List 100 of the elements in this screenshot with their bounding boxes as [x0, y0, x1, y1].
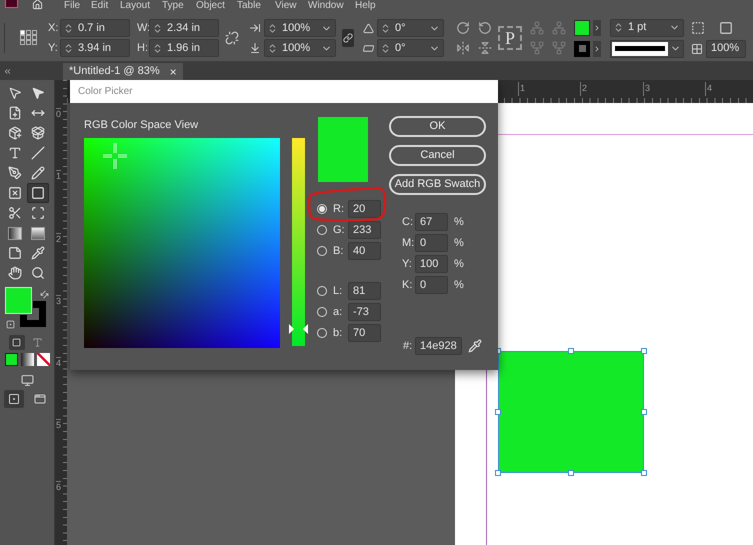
input-field[interactable]: 0 — [415, 234, 448, 252]
input-field[interactable]: 1.96 in — [149, 39, 219, 57]
input-field[interactable]: 67 — [415, 213, 448, 231]
close-button[interactable]: × — [170, 62, 177, 80]
ruler-number: 1 — [518, 82, 526, 96]
menu-item[interactable]: Type — [162, 0, 184, 12]
home-icon[interactable] — [32, 0, 43, 10]
spinner-icon[interactable] — [613, 22, 624, 33]
apply-color-button[interactable] — [4, 353, 18, 366]
menu-item[interactable]: Edit — [91, 0, 108, 12]
reference-point-icon[interactable] — [20, 30, 38, 46]
radio-button[interactable] — [317, 328, 327, 338]
ruler-number: 5 — [56, 419, 62, 430]
input-field[interactable]: 233 — [348, 221, 381, 239]
input-field[interactable]: 0° — [377, 19, 444, 37]
stroke-style-field[interactable] — [610, 40, 684, 58]
flip-horizontal-icon[interactable] — [456, 41, 470, 55]
field-label: Y: — [48, 40, 59, 56]
selection-handle[interactable] — [568, 348, 574, 354]
menu-item[interactable]: View — [275, 0, 296, 12]
fill-swatch[interactable] — [574, 20, 590, 36]
apply-gradient-button[interactable] — [20, 353, 34, 366]
input-field[interactable]: 1 pt — [610, 18, 684, 36]
channel-label: K: — [402, 278, 414, 293]
color-field[interactable] — [84, 138, 280, 348]
link-button[interactable] — [342, 29, 354, 47]
eyedropper-icon — [31, 246, 45, 260]
input-field[interactable]: -73 — [348, 303, 381, 321]
unlink-icon[interactable] — [225, 31, 239, 45]
grid-icon[interactable] — [691, 42, 703, 54]
input-field[interactable]: 20 — [348, 200, 381, 218]
flip-vertical-icon[interactable] — [478, 41, 492, 55]
view-mode-button[interactable] — [4, 390, 24, 408]
tool-button[interactable] — [27, 183, 49, 203]
selection-handle[interactable] — [568, 470, 574, 476]
slider-thumb[interactable] — [289, 324, 308, 334]
input-field[interactable]: 100% — [264, 19, 336, 37]
menu-item[interactable]: Layout — [120, 0, 150, 12]
spinner-icon[interactable] — [63, 42, 74, 54]
spinner-icon[interactable] — [152, 22, 163, 34]
input-field[interactable]: 2.34 in — [149, 19, 219, 37]
apply-none-button[interactable] — [36, 353, 50, 366]
selection-handle[interactable] — [641, 348, 647, 354]
dialog-button[interactable]: OK — [389, 116, 486, 137]
input-field[interactable]: 70 — [348, 324, 381, 342]
app-logo[interactable] — [5, 0, 18, 8]
stroke-swatch[interactable] — [574, 40, 590, 56]
radio-button[interactable] — [317, 286, 327, 296]
selection-handle[interactable] — [495, 470, 501, 476]
slider-track[interactable] — [292, 138, 305, 346]
rotate-counterclockwise-icon[interactable] — [478, 21, 492, 35]
dashed-square-icon[interactable] — [691, 20, 705, 34]
radio-button[interactable] — [317, 246, 327, 256]
input-field[interactable]: 0 — [415, 276, 448, 294]
input-field[interactable]: 100% — [706, 40, 746, 58]
input-field[interactable]: 40 — [348, 242, 381, 260]
input-field[interactable]: 100% — [264, 39, 336, 57]
radio-button[interactable] — [317, 225, 327, 235]
menu-item[interactable]: File — [64, 0, 80, 12]
ruler-number: 4 — [705, 82, 712, 96]
dialog-button[interactable]: Cancel — [389, 145, 486, 166]
spinner-icon[interactable] — [63, 22, 74, 34]
menu-item[interactable]: Help — [355, 0, 376, 12]
percent-label: % — [454, 236, 464, 251]
selection-handle[interactable] — [495, 409, 501, 415]
swap-icon[interactable] — [38, 288, 51, 301]
spinner-icon[interactable] — [267, 42, 278, 54]
collapse-icon[interactable] — [3, 66, 12, 76]
dialog-button[interactable]: Add RGB Swatch — [389, 174, 486, 195]
document-tab[interactable]: *Untitled-1 @ 83% × — [63, 63, 183, 80]
menu-item[interactable]: Object — [196, 0, 225, 12]
input-field[interactable]: 0° — [377, 39, 444, 57]
spinner-icon[interactable] — [267, 22, 278, 34]
default-colors-icon[interactable] — [6, 320, 15, 329]
stroke-menu-button[interactable] — [593, 40, 601, 56]
input-field[interactable]: 100 — [415, 255, 448, 273]
ruler-number: 0 — [56, 108, 62, 119]
square-icon[interactable] — [719, 20, 733, 34]
ruler-number: 1 — [56, 170, 62, 181]
input-field[interactable]: 0.7 in — [60, 19, 130, 37]
eyedropper-icon[interactable] — [468, 339, 482, 353]
input-field[interactable]: 81 — [348, 282, 381, 300]
spinner-icon[interactable] — [380, 22, 391, 34]
spinner-icon[interactable] — [380, 42, 391, 54]
menu-item[interactable]: Window — [308, 0, 344, 12]
input-field[interactable]: 14e928 — [415, 337, 462, 355]
radio-button[interactable] — [317, 307, 327, 317]
hex-label: #: — [403, 338, 414, 354]
rotate-clockwise-icon[interactable] — [456, 21, 470, 35]
selection-handle[interactable] — [641, 409, 647, 415]
menu-item[interactable]: Table — [237, 0, 261, 12]
spinner-icon[interactable] — [152, 42, 163, 54]
frame-button[interactable]: P — [498, 26, 522, 50]
screen-mode-icon[interactable] — [20, 374, 34, 387]
input-field[interactable]: 3.94 in — [60, 39, 130, 57]
frame-icon — [8, 186, 22, 200]
search-icon — [31, 266, 45, 280]
radio-button[interactable] — [317, 204, 327, 214]
format-container-button[interactable] — [8, 335, 24, 350]
selection-handle[interactable] — [641, 470, 647, 476]
